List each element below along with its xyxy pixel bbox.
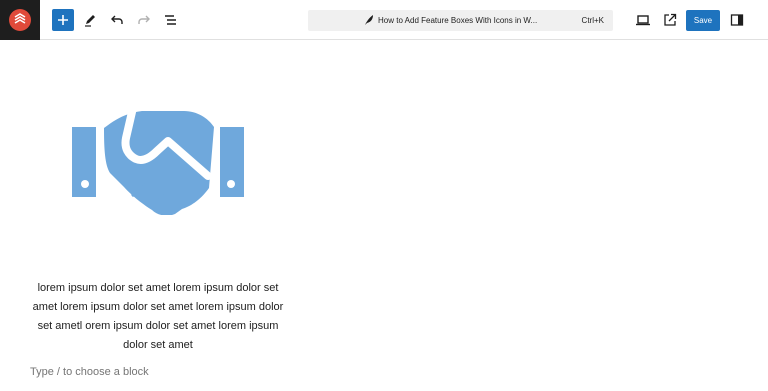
redo-button[interactable] xyxy=(132,8,156,32)
view-post-button[interactable] xyxy=(658,8,682,32)
editor-toolbar: How to Add Feature Boxes With Icons in W… xyxy=(0,0,768,40)
tools-button[interactable] xyxy=(78,8,102,32)
keyboard-shortcut: Ctrl+K xyxy=(581,16,604,25)
feature-image[interactable] xyxy=(72,108,244,216)
add-block-button[interactable] xyxy=(52,9,74,31)
site-logo-icon xyxy=(9,9,31,31)
site-logo[interactable] xyxy=(0,0,40,40)
edit-pencil-icon xyxy=(85,15,95,27)
handshake-icon xyxy=(72,108,244,216)
document-overview-button[interactable] xyxy=(159,8,183,32)
external-link-icon xyxy=(664,13,677,26)
settings-sidebar-icon xyxy=(730,14,744,26)
undo-icon xyxy=(111,15,123,24)
document-overview-icon xyxy=(165,15,176,25)
save-button[interactable]: Save xyxy=(686,10,720,31)
settings-button[interactable] xyxy=(725,8,749,32)
add-block-icon xyxy=(58,15,68,25)
view-button[interactable] xyxy=(631,8,655,32)
feature-description[interactable]: lorem ipsum dolor set amet lorem ipsum d… xyxy=(24,279,292,355)
feather-icon xyxy=(365,15,373,25)
undo-button[interactable] xyxy=(105,8,129,32)
post-title: How to Add Feature Boxes With Icons in W… xyxy=(378,16,538,25)
command-palette[interactable]: How to Add Feature Boxes With Icons in W… xyxy=(308,10,613,31)
block-placeholder[interactable]: Type / to choose a block xyxy=(30,366,149,378)
redo-icon xyxy=(138,15,150,24)
desktop-view-icon xyxy=(636,15,650,26)
